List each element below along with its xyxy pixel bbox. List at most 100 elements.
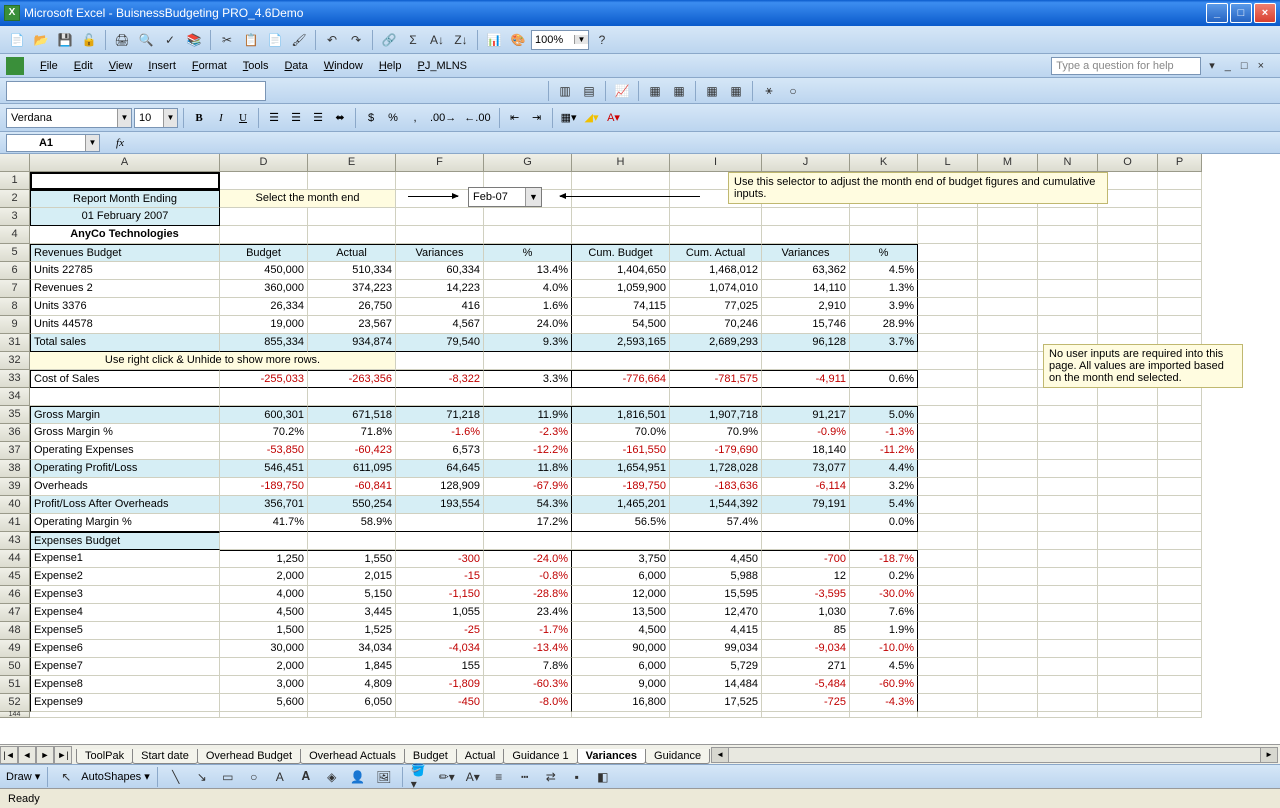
cell[interactable]: 550,254 <box>308 496 396 514</box>
cell[interactable]: 1,059,900 <box>572 280 670 298</box>
cell[interactable]: -60.3% <box>484 676 572 694</box>
textbox-icon[interactable]: A <box>269 766 291 788</box>
cell[interactable]: -60,423 <box>308 442 396 460</box>
cell[interactable]: 4,500 <box>572 622 670 640</box>
cell[interactable] <box>484 532 572 550</box>
cell[interactable] <box>1098 604 1158 622</box>
cell[interactable] <box>396 388 484 406</box>
cell[interactable] <box>918 514 978 532</box>
cell[interactable]: 4.5% <box>850 262 918 280</box>
cell[interactable]: -8,322 <box>396 370 484 388</box>
cell[interactable] <box>918 334 978 352</box>
cell[interactable] <box>1158 406 1202 424</box>
cell[interactable] <box>1098 478 1158 496</box>
cell[interactable] <box>850 352 918 370</box>
column-header[interactable]: P <box>1158 154 1202 172</box>
row-header[interactable]: 50 <box>0 658 30 676</box>
cell[interactable]: 2,689,293 <box>670 334 762 352</box>
diagram-icon[interactable]: ◈ <box>321 766 343 788</box>
help-search-input[interactable] <box>1051 57 1201 75</box>
cell[interactable] <box>1038 388 1098 406</box>
cell[interactable] <box>308 172 396 190</box>
cell[interactable] <box>978 514 1038 532</box>
menu-window[interactable]: Window <box>316 57 371 75</box>
cell[interactable]: 193,554 <box>396 496 484 514</box>
cell[interactable] <box>1098 658 1158 676</box>
excel-menu-icon[interactable] <box>6 57 24 75</box>
cell[interactable] <box>1038 208 1098 226</box>
cell[interactable] <box>1038 442 1098 460</box>
cell[interactable]: -263,356 <box>308 370 396 388</box>
spell-icon[interactable]: ✓ <box>159 29 181 51</box>
cell[interactable] <box>1098 586 1158 604</box>
cell[interactable]: -60,841 <box>308 478 396 496</box>
cell[interactable]: -25 <box>396 622 484 640</box>
cell[interactable]: Expense9 <box>30 694 220 712</box>
hyperlink-icon[interactable]: 🔗 <box>378 29 400 51</box>
cell[interactable] <box>1098 226 1158 244</box>
cell[interactable]: Variances <box>762 244 850 262</box>
cell[interactable] <box>918 622 978 640</box>
name-box[interactable]: ▼ <box>6 134 100 152</box>
cell[interactable]: Budget <box>220 244 308 262</box>
row-header[interactable]: 36 <box>0 424 30 442</box>
sheet-tab[interactable]: Overhead Actuals <box>300 749 405 764</box>
cell[interactable] <box>1158 280 1202 298</box>
cell[interactable]: 671,518 <box>308 406 396 424</box>
cell[interactable]: 4,809 <box>308 676 396 694</box>
bold-button[interactable]: B <box>189 108 209 128</box>
cell[interactable]: -12.2% <box>484 442 572 460</box>
cell[interactable] <box>1158 298 1202 316</box>
cell[interactable] <box>572 226 670 244</box>
borders-button[interactable]: ▦▾ <box>558 108 580 128</box>
cell[interactable]: 1,500 <box>220 622 308 640</box>
cell[interactable] <box>308 712 396 718</box>
cell[interactable]: 374,223 <box>308 280 396 298</box>
cell[interactable] <box>1038 532 1098 550</box>
cell[interactable]: 19,000 <box>220 316 308 334</box>
cell[interactable] <box>918 532 978 550</box>
tool-icon[interactable]: ▦ <box>701 80 723 102</box>
cell[interactable]: Units 22785 <box>30 262 220 280</box>
align-left-button[interactable]: ☰ <box>264 108 284 128</box>
cell[interactable]: -67.9% <box>484 478 572 496</box>
cell[interactable]: 4.0% <box>484 280 572 298</box>
cell[interactable] <box>1098 550 1158 568</box>
cell[interactable]: 3,000 <box>220 676 308 694</box>
cell[interactable] <box>762 388 850 406</box>
cell[interactable]: 3,750 <box>572 550 670 568</box>
cell[interactable]: Expense7 <box>30 658 220 676</box>
cell[interactable] <box>978 604 1038 622</box>
cell[interactable]: 1,728,028 <box>670 460 762 478</box>
wordart-icon[interactable]: 𝐀 <box>295 766 317 788</box>
cell[interactable] <box>978 460 1038 478</box>
cell[interactable]: Select the month end <box>220 190 396 208</box>
cell[interactable] <box>978 226 1038 244</box>
cell[interactable]: Report Month Ending <box>30 190 220 208</box>
copy-icon[interactable]: 📋 <box>240 29 262 51</box>
doc-restore-button[interactable]: □ <box>1239 60 1250 72</box>
cell[interactable] <box>396 226 484 244</box>
column-header[interactable]: L <box>918 154 978 172</box>
cell[interactable] <box>1158 640 1202 658</box>
cell[interactable] <box>1038 406 1098 424</box>
cell[interactable] <box>1098 298 1158 316</box>
sheet-tab[interactable]: Guidance <box>645 749 710 764</box>
cell[interactable] <box>396 532 484 550</box>
increase-indent-button[interactable]: ⇥ <box>527 108 547 128</box>
cell[interactable] <box>572 172 670 190</box>
permission-icon[interactable]: 🔓 <box>78 29 100 51</box>
row-header[interactable]: 51 <box>0 676 30 694</box>
row-header[interactable]: 45 <box>0 568 30 586</box>
oval-icon[interactable]: ○ <box>243 766 265 788</box>
shadow-icon[interactable]: ▪ <box>566 766 588 788</box>
cell[interactable] <box>978 496 1038 514</box>
cell[interactable]: 79,191 <box>762 496 850 514</box>
cell[interactable] <box>1158 190 1202 208</box>
cell[interactable] <box>1158 424 1202 442</box>
cell[interactable]: Overheads <box>30 478 220 496</box>
column-header[interactable]: N <box>1038 154 1098 172</box>
cell[interactable]: Revenues 2 <box>30 280 220 298</box>
cell[interactable]: 855,334 <box>220 334 308 352</box>
cell[interactable]: 73,077 <box>762 460 850 478</box>
